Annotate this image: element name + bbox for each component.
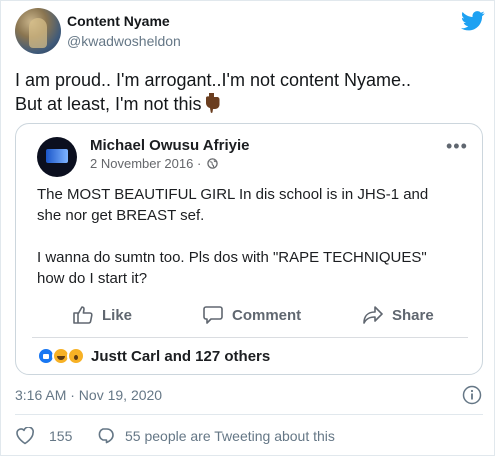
fb-paragraph-2-line-2: how do I start it? — [37, 270, 148, 287]
fb-post-body: The MOST BEAUTIFUL GIRL In dis school is… — [37, 184, 467, 310]
fb-reactions: Justt Carl and 127 others — [37, 345, 270, 367]
heart-icon — [16, 427, 34, 445]
fb-share-action: Share — [362, 299, 434, 331]
twitter-bird-icon[interactable] — [461, 11, 485, 31]
fb-divider — [32, 337, 468, 338]
like-count: 155 — [49, 428, 73, 444]
tweet-card: Content Nyame @kwadwosheldon I am proud.… — [0, 0, 495, 456]
wow-reaction-icon — [67, 347, 85, 365]
fb-paragraph-1: The MOST BEAUTIFUL GIRL In dis school is… — [37, 184, 467, 226]
footer-divider — [15, 414, 483, 415]
fb-comment-label: Comment — [232, 306, 302, 324]
fb-comment-action: Comment — [202, 299, 301, 331]
globe-icon — [207, 158, 218, 169]
info-icon[interactable] — [462, 385, 482, 405]
tweet-text-line-2: But at least, I'm not this — [15, 92, 485, 116]
author-name[interactable]: Content Nyame — [67, 13, 170, 29]
fb-post-date: 2 November 2016 · — [90, 156, 218, 171]
reactions-summary: Justt Carl and 127 others — [91, 347, 271, 365]
fb-paragraph-2-line-1: I wanna do sumtn too. Pls dos with "RAPE… — [37, 249, 427, 266]
fb-action-bar: Like Comment Share — [16, 299, 482, 331]
discussion-text: 55 people are Tweeting about this — [125, 428, 335, 444]
fb-paragraph-1-line-1: The MOST BEAUTIFUL GIRL In dis school is… — [37, 186, 429, 203]
discussion-link[interactable]: 55 people are Tweeting about this — [95, 427, 335, 445]
tweet-text-line-1: I am proud.. I'm arrogant..I'm not conte… — [15, 70, 412, 90]
share-icon — [363, 306, 383, 324]
fb-author-avatar — [37, 137, 77, 177]
comment-icon — [203, 306, 223, 324]
author-avatar[interactable] — [15, 8, 61, 54]
fb-share-label: Share — [392, 306, 434, 324]
author-handle[interactable]: @kwadwosheldon — [67, 33, 181, 49]
embedded-facebook-post[interactable]: Michael Owusu Afriyie 2 November 2016 · … — [15, 123, 483, 375]
tweet-text: I am proud.. I'm arrogant..I'm not conte… — [15, 68, 485, 116]
thumbs-up-icon — [73, 306, 93, 324]
pointing-down-icon — [205, 93, 220, 113]
fb-paragraph-2: I wanna do sumtn too. Pls dos with "RAPE… — [37, 247, 467, 289]
tweet-text-line-2-text: But at least, I'm not this — [15, 94, 202, 114]
reply-bubble-icon — [98, 428, 114, 444]
more-options-icon: ••• — [446, 136, 468, 156]
fb-paragraph-1-line-2: she nor get BREAST sef. — [37, 207, 205, 224]
fb-like-action: Like — [72, 299, 132, 331]
tweet-timestamp[interactable]: 3:16 AM · Nov 19, 2020 — [15, 387, 162, 403]
like-button[interactable]: 155 — [15, 427, 72, 445]
fb-author-name: Michael Owusu Afriyie — [90, 137, 250, 154]
fb-like-label: Like — [102, 306, 133, 324]
fb-post-date-text: 2 November 2016 · — [90, 156, 202, 171]
